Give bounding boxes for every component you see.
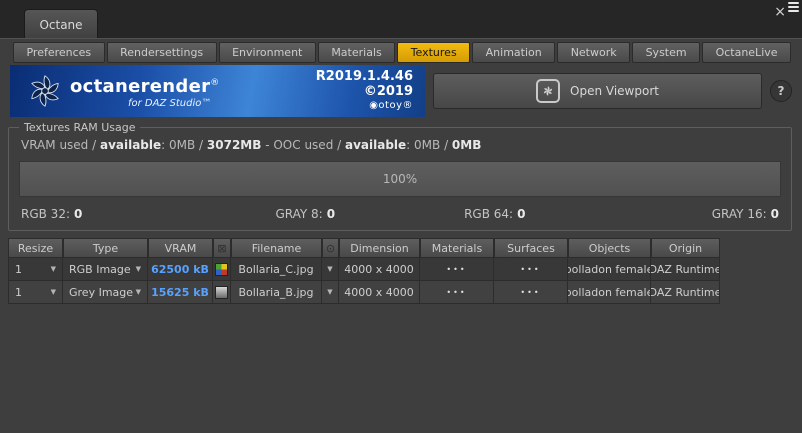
origin-cell: DAZ Runtime	[651, 281, 720, 304]
vram-value: 62500 kB	[148, 258, 213, 281]
surfaces-button[interactable]: •••	[494, 258, 568, 281]
texture-stats-row: RGB 32: 0 GRAY 8: 0 RGB 64: 0 GRAY 16: 0	[21, 207, 779, 221]
stat-rgb64: RGB 64: 0	[464, 207, 526, 221]
textures-ram-usage-group: Textures RAM Usage VRAM used / available…	[8, 121, 792, 231]
texture-thumbnail-cell[interactable]	[213, 281, 231, 304]
version-block: R2019.1.4.46 ©2019 ◉otoy®	[315, 69, 413, 111]
window-title-tab[interactable]: Octane	[24, 9, 98, 39]
octane-logo-icon	[31, 75, 59, 107]
progress-label: 100%	[382, 172, 418, 186]
chevron-down-icon: ▼	[50, 287, 56, 296]
table-row: 1 ▼ RGB Image ▼ 62500 kB Bollaria_C.jpg ▼ …	[8, 258, 720, 281]
filename-cell[interactable]: Bollaria_B.jpg	[231, 281, 322, 304]
column-header-reload[interactable]: ⊙	[322, 238, 339, 258]
type-select[interactable]: Grey Image ▼	[63, 281, 148, 304]
origin-cell: DAZ Runtime	[651, 258, 720, 281]
open-viewport-label: Open Viewport	[570, 84, 659, 98]
vram-value: 15625 kB	[148, 281, 213, 304]
dimension-cell: 4000 x 4000	[339, 281, 420, 304]
banner-row: octanerender® for DAZ Studio™ R2019.1.4.…	[10, 65, 792, 117]
filename-dropdown[interactable]: ▼	[322, 258, 339, 281]
column-header-surfaces[interactable]: Surfaces	[494, 238, 568, 258]
surfaces-button[interactable]: •••	[494, 281, 568, 304]
octane-banner: octanerender® for DAZ Studio™ R2019.1.4.…	[10, 65, 425, 117]
table-header: Resize Type VRAM ⊠ Filename ⊙ Dimension …	[8, 238, 720, 258]
image-box-icon: ⊠	[217, 241, 227, 255]
texture-thumbnail	[215, 285, 228, 299]
window-title: Octane	[39, 17, 83, 32]
column-header-filename[interactable]: Filename	[231, 238, 322, 258]
chevron-down-icon: ▼	[327, 264, 333, 273]
open-viewport-button[interactable]: Open Viewport	[433, 73, 762, 109]
dimension-cell: 4000 x 4000	[339, 258, 420, 281]
tab-materials[interactable]: Materials	[317, 42, 396, 63]
column-header-resize[interactable]: Resize	[8, 238, 63, 258]
help-button[interactable]: ?	[770, 80, 792, 102]
stat-gray16: GRAY 16: 0	[711, 207, 779, 221]
tab-textures[interactable]: Textures	[397, 42, 471, 63]
title-bar: Octane ×	[0, 0, 802, 39]
main-panel: Preferences Rendersettings Environment M…	[0, 38, 802, 433]
column-header-preview[interactable]: ⊠	[213, 238, 231, 258]
type-select[interactable]: RGB Image ▼	[63, 258, 148, 281]
texture-thumbnail	[215, 262, 228, 276]
tab-bar: Preferences Rendersettings Environment M…	[13, 42, 792, 63]
chevron-down-icon: ▼	[50, 264, 56, 273]
column-header-vram[interactable]: VRAM	[148, 238, 213, 258]
stat-gray8: GRAY 8: 0	[275, 207, 336, 221]
tab-animation[interactable]: Animation	[472, 42, 556, 63]
dock-menu-icon[interactable]	[787, 1, 800, 13]
table-row: 1 ▼ Grey Image ▼ 15625 kB Bollaria_B.jpg ▼…	[8, 281, 720, 304]
group-label: Textures RAM Usage	[19, 121, 141, 134]
column-header-dimension[interactable]: Dimension	[339, 238, 420, 258]
version-number: R2019.1.4.46	[315, 69, 413, 84]
tab-octanelive[interactable]: OctaneLive	[702, 42, 792, 63]
textures-table: Resize Type VRAM ⊠ Filename ⊙ Dimension …	[8, 238, 720, 304]
column-header-materials[interactable]: Materials	[420, 238, 494, 258]
brand-subtitle: for DAZ Studio™	[128, 98, 212, 109]
tab-preferences[interactable]: Preferences	[13, 42, 105, 63]
materials-button[interactable]: •••	[420, 281, 494, 304]
filename-cell[interactable]: Bollaria_C.jpg	[231, 258, 322, 281]
copyright: ©2019	[363, 83, 413, 99]
tab-system[interactable]: System	[632, 42, 701, 63]
filename-dropdown[interactable]: ▼	[322, 281, 339, 304]
column-header-objects[interactable]: Objects	[568, 238, 651, 258]
objects-cell: bolladon female	[568, 258, 651, 281]
chevron-down-icon: ▼	[135, 287, 141, 296]
chevron-down-icon: ▼	[135, 264, 141, 273]
octane-plugin-window: Octane × Preferences Rendersettings Envi…	[0, 0, 802, 433]
chevron-down-icon: ▼	[327, 287, 333, 296]
vram-usage-text: VRAM used / available: 0MB / 3072MB - OO…	[21, 138, 482, 152]
brand-title: octanerender®	[70, 76, 220, 97]
viewport-logo-icon	[536, 79, 561, 103]
column-header-origin[interactable]: Origin	[651, 238, 720, 258]
progress-fill: 100%	[20, 162, 780, 196]
tab-environment[interactable]: Environment	[218, 42, 316, 63]
column-header-type[interactable]: Type	[63, 238, 148, 258]
circle-dot-icon: ⊙	[325, 241, 336, 255]
tab-network[interactable]: Network	[557, 42, 631, 63]
materials-button[interactable]: •••	[420, 258, 494, 281]
otoy-logo: ◉otoy®	[369, 99, 413, 111]
texture-thumbnail-cell[interactable]	[213, 258, 231, 281]
resize-select[interactable]: 1 ▼	[8, 281, 63, 304]
objects-cell: bolladon female	[568, 281, 651, 304]
tab-rendersettings[interactable]: Rendersettings	[106, 42, 217, 63]
ram-progress-bar: 100%	[19, 161, 781, 197]
resize-select[interactable]: 1 ▼	[8, 258, 63, 281]
close-icon[interactable]: ×	[774, 5, 786, 19]
stat-rgb32: RGB 32: 0	[21, 207, 83, 221]
